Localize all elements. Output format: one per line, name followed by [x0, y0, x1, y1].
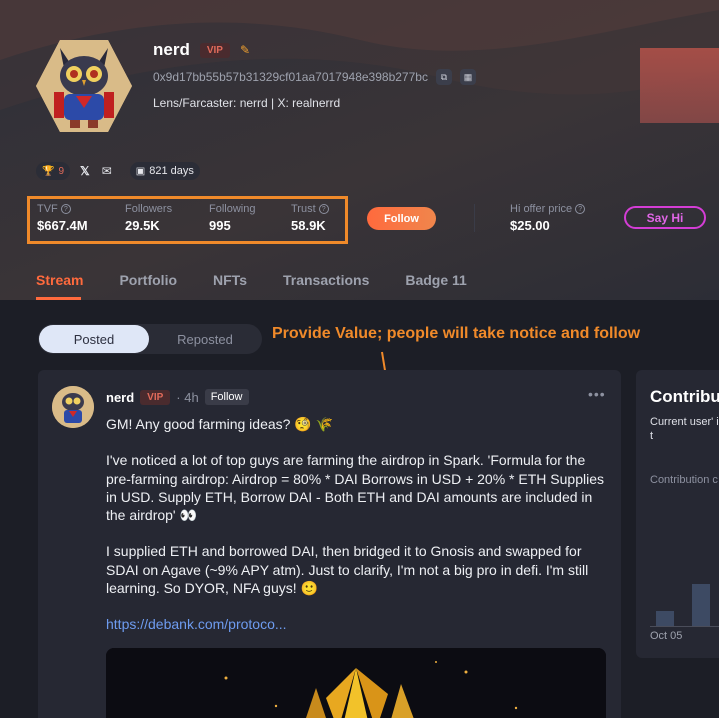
contribution-title: Contribu	[650, 387, 719, 406]
address-row: 0x9d17bb55b57b31329cf01aa7017948e398b277…	[153, 69, 476, 85]
chart-bar	[692, 584, 710, 626]
profile-name: nerd	[153, 40, 190, 59]
stat-value: 58.9K	[291, 218, 326, 233]
stat-label: Following	[209, 203, 256, 215]
days-count: 821 days	[149, 165, 194, 177]
vip-badge: VIP	[140, 389, 171, 405]
x-link[interactable]: 𝕏	[78, 162, 92, 180]
badge-row: 🏆 9 𝕏 ✉ ▣ 821 days	[36, 162, 200, 180]
copy-icon[interactable]: ⧉	[435, 69, 452, 85]
help-icon[interactable]: ?	[575, 204, 586, 214]
post-body: GM! Any good farming ideas? 🧐 🌾 I've not…	[106, 415, 606, 652]
post-timestamp: · 4h	[176, 389, 199, 405]
vip-badge: VIP	[199, 42, 230, 58]
post-paragraph: I supplied ETH and borrowed DAI, then br…	[106, 543, 589, 596]
post-follow-button[interactable]: Follow	[204, 389, 249, 405]
posted-reposted-toggle: Posted Reposted	[38, 324, 262, 354]
trophy-icon: 🏆	[42, 165, 55, 177]
post-image[interactable]	[106, 648, 606, 718]
stat-followers[interactable]: Followers 29.5K	[125, 203, 172, 233]
trophy-count: 9	[58, 165, 65, 177]
stat-following[interactable]: Following 995	[209, 203, 255, 233]
stat-tvf: TVF? $667.4M	[37, 203, 88, 233]
chart-axis	[650, 626, 719, 627]
post-paragraph: GM! Any good farming ideas? 🧐 🌾	[106, 416, 334, 432]
stat-value: $667.4M	[37, 218, 88, 233]
contribution-card: Contribu Current user' is under testin o…	[636, 370, 719, 658]
chart-bar	[656, 611, 674, 626]
stat-label: Trust	[291, 203, 316, 215]
calendar-icon: ▣	[135, 165, 146, 177]
stat-label: TVF	[37, 203, 58, 215]
x-icon: 𝕏	[80, 164, 90, 178]
toggle-reposted[interactable]: Reposted	[150, 325, 260, 353]
post-link[interactable]: https://debank.com/protoco...	[106, 616, 287, 632]
pencil-icon[interactable]: ✎	[240, 43, 250, 57]
offer-price: Hi offer price? $25.00	[510, 203, 586, 233]
active-tab-indicator	[36, 297, 81, 300]
toggle-posted[interactable]: Posted	[39, 325, 149, 353]
contribution-subtitle: Contribution c	[650, 474, 718, 486]
stats-highlight-box: TVF? $667.4M Followers 29.5K Following 9…	[27, 196, 348, 244]
banner-accent	[640, 48, 719, 123]
post-author-avatar[interactable]	[52, 386, 94, 428]
help-icon[interactable]: ?	[60, 204, 71, 214]
post-card: nerd VIP · 4h Follow ••• GM! Any good fa…	[38, 370, 621, 718]
offer-label: Hi offer price	[510, 203, 573, 215]
say-hi-button[interactable]: Say Hi	[624, 206, 706, 229]
divider	[474, 204, 475, 232]
help-icon[interactable]: ?	[318, 204, 329, 214]
stat-value: 995	[209, 218, 231, 233]
contribution-notice: Current user' is under testin occur at a…	[650, 416, 719, 442]
stat-value: 29.5K	[125, 218, 160, 233]
wallet-address: 0x9d17bb55b57b31329cf01aa7017948e398b277…	[153, 70, 428, 84]
tab-stream[interactable]: Stream	[36, 272, 83, 288]
trophy-badge[interactable]: 🏆 9	[36, 162, 71, 180]
tab-portfolio[interactable]: Portfolio	[119, 272, 177, 288]
post-author-name[interactable]: nerd	[106, 390, 134, 405]
qr-code-icon[interactable]: ▦	[459, 69, 476, 85]
post-header: nerd VIP · 4h Follow	[106, 389, 249, 405]
stat-label: Followers	[125, 203, 173, 215]
offer-value: $25.00	[510, 218, 550, 233]
tab-nfts[interactable]: NFTs	[213, 272, 247, 288]
stat-trust: Trust? 58.9K	[291, 203, 329, 233]
social-handles: Lens/Farcaster: nerrd | X: realnerrd	[153, 96, 341, 110]
account-age: ▣ 821 days	[129, 162, 200, 180]
more-options-icon[interactable]: •••	[588, 386, 606, 402]
chart-date-label: Oct 05	[650, 630, 683, 642]
profile-tabs: Stream Portfolio NFTs Transactions Badge…	[36, 272, 503, 288]
annotation-text: Provide Value; people will take notice a…	[272, 325, 641, 342]
tab-badge[interactable]: Badge 11	[405, 272, 466, 288]
mail-link[interactable]: ✉	[100, 162, 114, 180]
follow-button[interactable]: Follow	[367, 207, 436, 230]
tab-transactions[interactable]: Transactions	[283, 272, 369, 288]
mail-icon: ✉	[101, 164, 112, 178]
profile-name-row: nerd VIP ✎	[153, 40, 250, 60]
post-paragraph: I've noticed a lot of top guys are farmi…	[106, 452, 604, 523]
